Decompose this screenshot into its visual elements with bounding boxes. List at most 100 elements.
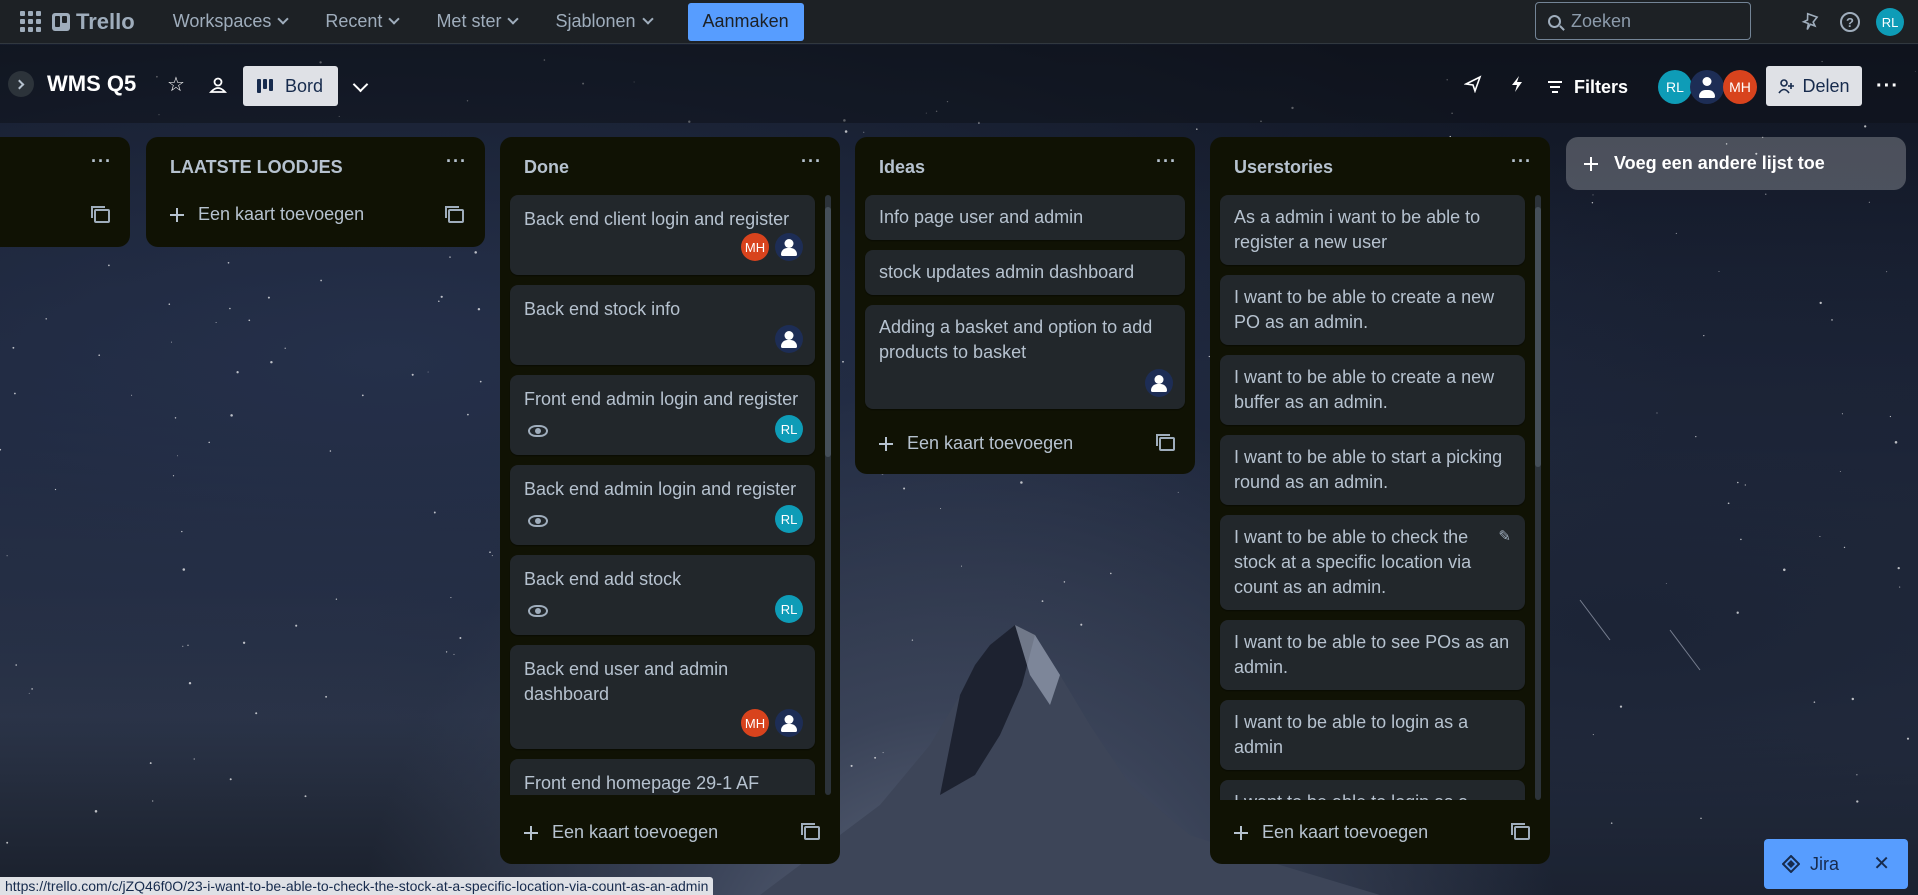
card[interactable]: As a admin i want to be able to register… [1220,195,1525,265]
list-scrollbar-thumb[interactable] [1535,207,1541,467]
star-dot [1783,568,1786,572]
create-button[interactable]: Aanmaken [687,2,804,41]
star-icon[interactable]: ☆ [167,75,185,95]
card-template-icon[interactable] [445,206,464,223]
star-dot [1665,583,1667,584]
star-dot [1868,201,1870,203]
star-dot [236,371,239,374]
list-title[interactable]: LAATSTE LOODJES [170,157,343,178]
list-scrollbar-thumb[interactable] [825,207,831,457]
card[interactable]: Adding a basket and option to add produc… [865,305,1185,409]
star-dot [98,354,101,357]
power-ups-icon[interactable] [1463,75,1482,98]
star-dot [411,373,414,376]
member-avatar-user[interactable] [1690,70,1724,104]
user-avatar[interactable]: RL [1876,8,1904,36]
nav-recent-label: Recent [325,11,383,31]
add-card-button[interactable]: Een kaart toevoegen [879,433,1073,454]
star-dot [1899,586,1901,588]
help-icon[interactable]: ? [1838,10,1862,34]
card[interactable]: Front end homepage 29-1 AF [510,759,815,795]
nav-starred[interactable]: Met ster [424,6,529,38]
card-title: Adding a basket and option to add produc… [879,317,1153,362]
list-title[interactable]: Done [524,157,569,178]
card-template-icon[interactable] [1156,434,1175,451]
board-title[interactable]: WMS Q5 [47,71,136,97]
search-input[interactable]: Zoeken [1535,2,1751,40]
card[interactable]: I want to be able to start a picking rou… [1220,435,1525,505]
star-dot [450,597,452,599]
star-dot [45,318,47,320]
member-avatar-rl[interactable]: RL [1658,70,1692,104]
list-menu-button[interactable]: ··· [91,151,112,172]
star-dot [188,681,192,685]
list-menu-button[interactable]: ··· [1156,151,1177,172]
star-dot [427,371,429,373]
card[interactable]: Back end user and admin dashboard MH [510,645,815,749]
list-menu-button[interactable]: ··· [801,151,822,172]
add-card-button[interactable]: Een kaart toevoegen [1234,822,1428,843]
star-dot [1906,737,1910,740]
member-avatar-mh[interactable]: MH [1723,70,1757,104]
card[interactable]: Back end client login and register MH [510,195,815,275]
workspace-visibility-icon[interactable] [208,75,228,95]
member-avatar-rl[interactable]: RL [775,505,803,533]
automation-icon[interactable] [1510,75,1524,98]
card[interactable]: stock updates admin dashboard [865,250,1185,295]
card[interactable]: Back end stock info [510,285,815,365]
card[interactable]: Back end admin login and register RL [510,465,815,545]
member-avatar-user[interactable] [775,233,803,261]
card[interactable]: I want to be able to create a new PO as … [1220,275,1525,345]
nav-recent[interactable]: Recent [313,6,410,38]
card-title: I want to be able to create a new buffer… [1234,367,1495,412]
member-avatar-rl[interactable]: RL [775,415,803,443]
add-card-button[interactable]: Een kaart toevoegen [524,822,718,843]
jira-widget[interactable]: Jira ✕ [1764,839,1908,889]
card[interactable]: Back end add stock RL [510,555,815,635]
card-template-icon[interactable] [801,823,820,840]
member-avatar-user[interactable] [1145,369,1173,397]
edit-pencil-icon[interactable]: ✎ [1498,527,1511,545]
card-template-icon[interactable] [1511,823,1530,840]
card[interactable]: I want to be able to login as a admin [1220,700,1525,770]
member-avatar-user[interactable] [775,325,803,353]
filters-button[interactable]: Filters [1548,69,1628,105]
board-view-button[interactable]: Bord [243,66,338,106]
list-title[interactable]: Ideas [879,157,925,178]
member-avatar-mh[interactable]: MH [741,233,769,261]
member-avatar-mh[interactable]: MH [741,709,769,737]
star-dot [1841,413,1843,415]
notifications-icon[interactable] [1798,10,1822,34]
card[interactable]: Front end admin login and register RL [510,375,815,455]
star-dot [335,598,338,600]
member-avatar-rl[interactable]: RL [775,595,803,623]
nav-templates[interactable]: Sjablonen [543,6,663,38]
card[interactable]: I want to be able to see POs as an admin… [1220,620,1525,690]
add-card-button[interactable]: Een kaart toevoegen [170,204,364,225]
app-switcher-icon[interactable] [18,10,42,34]
list-title[interactable]: Userstories [1234,157,1333,178]
search-icon [1548,14,1561,28]
star-dot [187,644,189,646]
card[interactable]: Info page user and admin [865,195,1185,240]
board-menu-button[interactable]: ··· [1876,75,1899,98]
close-icon[interactable]: ✕ [1873,851,1890,876]
plus-icon [1584,156,1598,171]
views-dropdown-icon[interactable] [352,76,369,93]
star-dot [248,319,251,322]
add-list-button[interactable]: Voeg een andere lijst toe [1566,137,1906,190]
nav-workspaces[interactable]: Workspaces [161,6,300,38]
card-hovered[interactable]: I want to be able to check the stock at … [1220,515,1525,610]
sidebar-expand-button[interactable] [8,71,34,97]
card-template-icon[interactable] [91,206,110,223]
share-button[interactable]: Delen [1766,66,1862,106]
list-menu-button[interactable]: ··· [1511,151,1532,172]
card[interactable]: I want to be able to login as a client [1220,780,1525,800]
card[interactable]: I want to be able to create a new buffer… [1220,355,1525,425]
card-title: I want to be able to login as a admin [1234,712,1469,757]
list-menu-button[interactable]: ··· [446,151,467,172]
filter-icon [1548,81,1562,93]
star-dot [12,346,15,349]
member-avatar-user[interactable] [775,709,803,737]
trello-logo[interactable]: Trello [52,9,135,35]
